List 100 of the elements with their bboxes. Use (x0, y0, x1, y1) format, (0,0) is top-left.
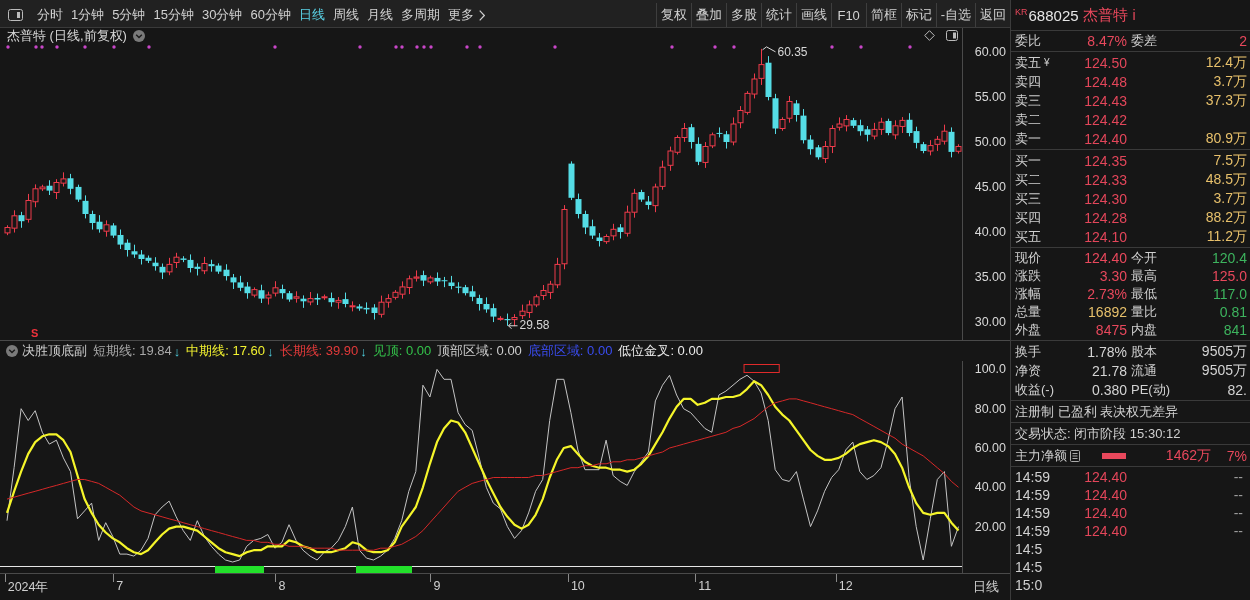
signal-dot-icon (908, 45, 912, 49)
signal-dot-icon (429, 45, 433, 49)
toolbar-button[interactable]: 复权 (655, 3, 691, 27)
toolbar-button[interactable]: F10 (830, 3, 866, 27)
stock-name: 杰普特 (1082, 5, 1128, 25)
chevron-down-circle-icon[interactable] (6, 345, 18, 357)
signal-dot-icon (55, 45, 59, 49)
toolbar-button[interactable]: 统计 (760, 3, 796, 27)
tick-price: 124.40 (1083, 469, 1127, 485)
signal-dot-icon (670, 45, 674, 49)
chart-title: 杰普特 (日线,前复权) (7, 28, 127, 45)
order-price: 124.43 (1083, 92, 1127, 109)
period-tab[interactable]: 多周期 (396, 4, 444, 26)
tick-price: 124.40 (1083, 523, 1127, 539)
panel-toggle-icon[interactable] (946, 30, 958, 41)
tick-time: 14:5 (1015, 541, 1044, 557)
field-label: 现价 (1015, 249, 1042, 267)
order-level: 买四 (1015, 208, 1041, 227)
period-tab[interactable]: 15分钟 (149, 4, 198, 26)
toolbar-button[interactable]: -自选 (935, 3, 975, 27)
period-tab[interactable]: 分时 (33, 4, 67, 26)
signal-dot-icon (553, 45, 557, 49)
period-tab[interactable]: 30分钟 (197, 4, 247, 26)
toolbar-button[interactable]: 返回 (975, 3, 1010, 27)
order-volume: 12.4万 (1204, 53, 1247, 72)
period-tab[interactable]: 60分钟 (246, 4, 295, 26)
tick-time: 14:59 (1015, 469, 1052, 485)
status-note: 交易状态: 闭市阶段 15:30:12 (1015, 424, 1181, 443)
tick-volume: -- (1232, 469, 1243, 485)
indicator-axis-label: 60.00 (974, 441, 1006, 456)
field-value: 9505万 (1200, 361, 1247, 380)
field-label: 涨跌 (1015, 267, 1042, 285)
order-volume: 48.5万 (1204, 170, 1247, 189)
legend-label: 中期线: 17.60 (186, 342, 266, 360)
date-axis-label: 7 (116, 579, 124, 593)
tick-price: 124.40 (1083, 487, 1127, 503)
main-flow-share: 7% (1225, 447, 1247, 464)
order-level: 卖一 (1015, 129, 1041, 148)
stock-code: 688025 (1028, 6, 1079, 24)
legend-label: 短期线: 19.84 (93, 342, 172, 360)
chevron-down-circle-icon[interactable] (132, 29, 145, 42)
field-value: 0.81 (1218, 304, 1247, 320)
field-label: PE(动) (1130, 380, 1171, 399)
legend-label: 长期线: 39.90 (279, 342, 359, 360)
indicator-axis-label: 100.0 (974, 362, 1006, 377)
order-volume: 37.3万 (1204, 91, 1247, 110)
tick-price: 124.40 (1083, 505, 1127, 521)
order-volume: 3.7万 (1212, 72, 1247, 91)
signal-dot-icon (732, 45, 736, 49)
order-price: 124.48 (1083, 73, 1127, 90)
signal-dot-icon (415, 45, 419, 49)
tick-time: 14:59 (1015, 523, 1052, 539)
indicator-axis-label: 20.00 (974, 519, 1006, 534)
toolbar-button[interactable]: 叠加 (690, 3, 726, 27)
toolbar-button[interactable]: 画线 (795, 3, 831, 27)
field-value: 8.47% (1086, 33, 1127, 49)
field-label: 流通 (1130, 361, 1158, 380)
panel-toggle-icon[interactable] (8, 9, 23, 21)
toolbar-button[interactable]: 标记 (900, 3, 936, 27)
tick-time: 14:5 (1015, 559, 1044, 575)
period-tab[interactable]: 5分钟 (108, 4, 150, 26)
bottom-zone-bar (355, 566, 413, 573)
period-tab[interactable]: 周线 (328, 4, 363, 26)
tick-time: 14:59 (1015, 505, 1052, 521)
diamond-icon[interactable] (924, 30, 935, 41)
field-label: 总量 (1015, 303, 1042, 321)
period-tab[interactable]: 更多 (443, 4, 489, 26)
order-level: 买五 (1015, 227, 1041, 246)
trend-arrow: ↓ (267, 343, 274, 359)
field-label: 最低 (1130, 285, 1158, 303)
signal-dot-icon (830, 45, 834, 49)
date-axis-label: 9 (433, 579, 441, 593)
signal-dot-icon (40, 45, 44, 49)
order-level: 买三 (1015, 189, 1041, 208)
main-flow-amount: 1462万 (1164, 446, 1211, 465)
status-note: 注册制 已盈利 表决权无差异 (1015, 402, 1179, 421)
toolbar-button[interactable]: 多股 (725, 3, 761, 27)
period-tab[interactable]: 月线 (362, 4, 397, 26)
field-value: 82. (1226, 381, 1247, 398)
high-price-leader (762, 46, 776, 53)
field-label: 委比 (1015, 32, 1042, 50)
order-price: 124.40 (1083, 130, 1127, 147)
period-tab[interactable]: 日线 (294, 4, 329, 26)
info-link[interactable]: i (1132, 7, 1136, 23)
field-label: 最高 (1130, 267, 1158, 285)
order-volume: 80.9万 (1204, 129, 1247, 148)
signal-dot-icon (6, 45, 10, 49)
list-icon[interactable] (1070, 449, 1080, 462)
field-label: 量比 (1130, 303, 1158, 321)
indicator-axis-label: 80.00 (974, 401, 1006, 416)
signal-dot-icon (83, 45, 87, 49)
period-tab[interactable]: 1分钟 (67, 4, 109, 26)
field-label: 净资 (1015, 361, 1042, 380)
price-axis-label: 50.00 (974, 135, 1006, 149)
field-value: 125.0 (1210, 268, 1247, 284)
currency-mark: ¥ (1044, 57, 1050, 68)
low-price-leader (508, 322, 518, 330)
order-price: 124.33 (1083, 171, 1127, 188)
signal-dot-icon (358, 45, 362, 49)
toolbar-button[interactable]: 简框 (865, 3, 901, 27)
